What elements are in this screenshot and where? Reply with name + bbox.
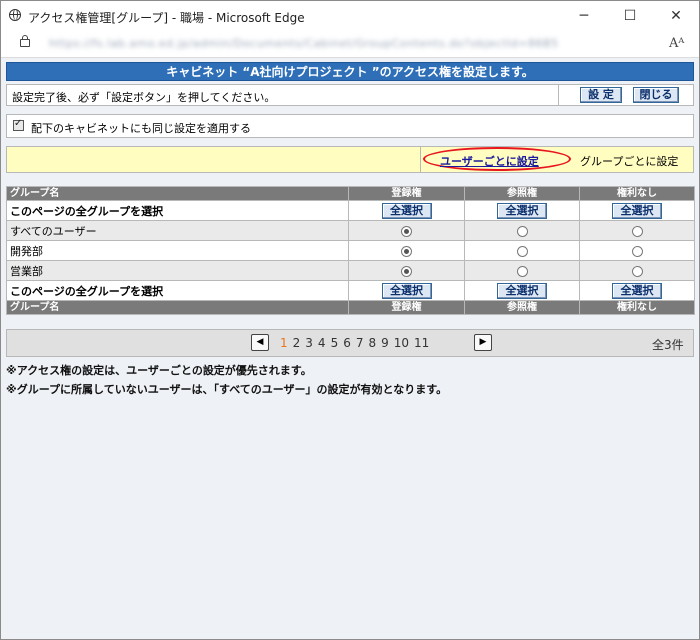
column-footer-none: 権利なし (579, 300, 695, 315)
radio-view[interactable] (516, 225, 528, 237)
radio-none[interactable] (631, 265, 643, 277)
browser-window: アクセス権管理[グループ] - 職場 - Microsoft Edge ─ ☐ … (0, 0, 700, 640)
table-footer-row: グループ名 登録権 参照権 権利なし (6, 300, 695, 315)
radio-none[interactable] (631, 245, 643, 257)
select-all-label: このページの全グループを選択 (6, 200, 349, 221)
table-row: 開発部 (6, 240, 695, 261)
apply-children-checkbox[interactable] (13, 118, 24, 131)
close-button[interactable]: 閉じる (633, 87, 679, 103)
reader-mode-icon[interactable]: Aᴬ (669, 36, 684, 51)
column-header-register: 登録権 (348, 186, 465, 201)
globe-icon (9, 9, 21, 21)
page-content: キャビネット “A社向けプロジェクト ”のアクセス権を設定します。 設定完了後、… (1, 58, 699, 639)
page-numbers: 1 2 3 4 5 6 7 8 9 10 11 (280, 336, 434, 350)
url-text[interactable]: https://fs.lab.amo.ed.jp/admin/Documents… (49, 37, 559, 49)
radio-none[interactable] (631, 225, 643, 237)
column-footer-group: グループ名 (6, 300, 349, 315)
action-buttons: 設 定 閉じる (558, 85, 694, 105)
group-name: すべてのユーザー (6, 220, 349, 241)
window-title: アクセス権管理[グループ] - 職場 - Microsoft Edge (28, 11, 305, 25)
page-link[interactable]: 5 (331, 336, 339, 350)
select-all-register-button[interactable]: 全選択 (381, 202, 432, 219)
total-count: 全3件 (652, 338, 684, 352)
column-header-group: グループ名 (6, 186, 349, 201)
column-footer-view: 参照権 (464, 300, 580, 315)
select-all-none-button[interactable]: 全選択 (612, 282, 662, 299)
select-all-register-button[interactable]: 全選択 (381, 282, 432, 299)
lock-icon (20, 35, 30, 47)
instruction-text: 設定完了後、必ず「設定ボタン」を押してください。 (12, 91, 276, 104)
select-all-label: このページの全グループを選択 (6, 280, 349, 301)
table-row: すべてのユーザー (6, 220, 695, 241)
minimize-button[interactable]: ─ (561, 1, 607, 31)
radio-register[interactable] (401, 225, 412, 237)
maximize-button[interactable]: ☐ (607, 1, 653, 31)
radio-register[interactable] (401, 265, 412, 277)
select-all-row: このページの全グループを選択 全選択 全選択 全選択 (6, 200, 695, 221)
group-name: 開発部 (6, 240, 349, 261)
page-link[interactable]: 7 (356, 336, 364, 350)
column-footer-register: 登録権 (348, 300, 465, 315)
apply-children-label: 配下のキャビネットにも同じ設定を適用する (31, 122, 251, 135)
note-priority: ※アクセス権の設定は、ユーザーごとの設定が優先されます。 (6, 364, 312, 377)
prev-page-icon[interactable]: ◀ (251, 334, 269, 351)
set-button[interactable]: 設 定 (580, 87, 622, 103)
page-link[interactable]: 8 (368, 336, 376, 350)
page-title: キャビネット “A社向けプロジェクト ”のアクセス権を設定します。 (6, 62, 694, 81)
next-page-icon[interactable]: ▶ (474, 334, 492, 351)
table-row: 営業部 (6, 260, 695, 281)
radio-register[interactable] (401, 245, 412, 257)
close-window-button[interactable]: ✕ (653, 1, 699, 31)
apply-children-row: 配下のキャビネットにも同じ設定を適用する (6, 114, 694, 138)
select-all-view-button[interactable]: 全選択 (497, 202, 547, 219)
group-name: 営業部 (6, 260, 349, 281)
page-link[interactable]: 4 (318, 336, 326, 350)
column-header-none: 権利なし (579, 186, 695, 201)
page-link[interactable]: 10 (394, 336, 409, 350)
page-link[interactable]: 3 (305, 336, 313, 350)
table-header-row: グループ名 登録権 参照権 権利なし (6, 186, 695, 201)
page-link[interactable]: 9 (381, 336, 389, 350)
select-all-view-button[interactable]: 全選択 (497, 282, 547, 299)
title-bar: アクセス権管理[グループ] - 職場 - Microsoft Edge ─ ☐ … (1, 1, 699, 31)
select-all-row: このページの全グループを選択 全選択 全選択 全選択 (6, 280, 695, 301)
mode-bar: ユーザーごとに設定 グループごとに設定 (6, 146, 694, 173)
permissions-table: グループ名 登録権 参照権 権利なし このページの全グループを選択 全選択 全選… (6, 186, 695, 315)
user-mode-link[interactable]: ユーザーごとに設定 (440, 153, 539, 169)
radio-view[interactable] (516, 265, 528, 277)
mode-divider (420, 147, 421, 172)
note-all-users: ※グループに所属していないユーザーは、「すべてのユーザー」の設定が有効となります… (6, 383, 448, 396)
page-link-current[interactable]: 1 (280, 336, 288, 350)
page-link[interactable]: 2 (293, 336, 301, 350)
pagination: ◀ 1 2 3 4 5 6 7 8 9 10 11 ▶ 全3件 (6, 329, 694, 357)
instruction-bar: 設定完了後、必ず「設定ボタン」を押してください。 設 定 閉じる (6, 84, 694, 106)
page-link[interactable]: 11 (414, 336, 429, 350)
group-mode-label: グループごとに設定 (580, 155, 679, 168)
radio-view[interactable] (516, 245, 528, 257)
page-link[interactable]: 6 (343, 336, 351, 350)
select-all-none-button[interactable]: 全選択 (612, 202, 662, 219)
column-header-view: 参照権 (464, 186, 580, 201)
